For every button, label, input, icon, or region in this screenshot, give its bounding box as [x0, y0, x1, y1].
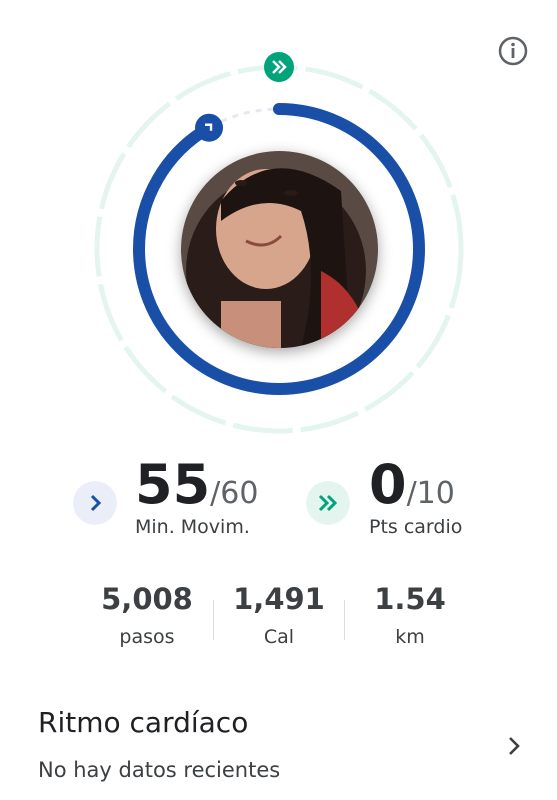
heart-points-label: Pts cardio: [369, 516, 463, 538]
heart-rate-title: Ritmo cardíaco: [38, 706, 249, 739]
metric-steps-unit: pasos: [119, 626, 175, 648]
profile-avatar[interactable]: [181, 151, 378, 348]
heart-points-value: 0/10: [369, 453, 455, 516]
metric-steps: 5,008 pasos: [77, 582, 217, 648]
double-chevron-right-icon: [306, 481, 350, 525]
move-minutes-ring-marker: [195, 113, 224, 142]
metric-distance-unit: km: [395, 626, 425, 648]
heart-points-goal: /10: [406, 476, 455, 511]
chevron-right-icon[interactable]: [500, 732, 528, 760]
chevron-right-icon: [73, 481, 117, 525]
move-minutes-value: 55/60: [135, 453, 259, 516]
metric-calories-value: 1,491: [233, 582, 325, 616]
metric-calories-unit: Cal: [263, 626, 295, 648]
metric-distance-value: 1.54: [374, 582, 446, 616]
metric-distance: 1.54 km: [340, 582, 480, 648]
goals-row: 55/60 Min. Movim. 0/10 Pts cardio: [0, 450, 557, 550]
heart-rate-subtitle: No hay datos recientes: [38, 758, 281, 782]
heart-points-ring-marker: [264, 52, 294, 82]
metric-calories: 1,491 Cal: [209, 582, 349, 648]
move-minutes-goal: /60: [210, 476, 259, 511]
metric-steps-value: 5,008: [101, 582, 193, 616]
move-minutes-label: Min. Movim.: [135, 516, 250, 538]
